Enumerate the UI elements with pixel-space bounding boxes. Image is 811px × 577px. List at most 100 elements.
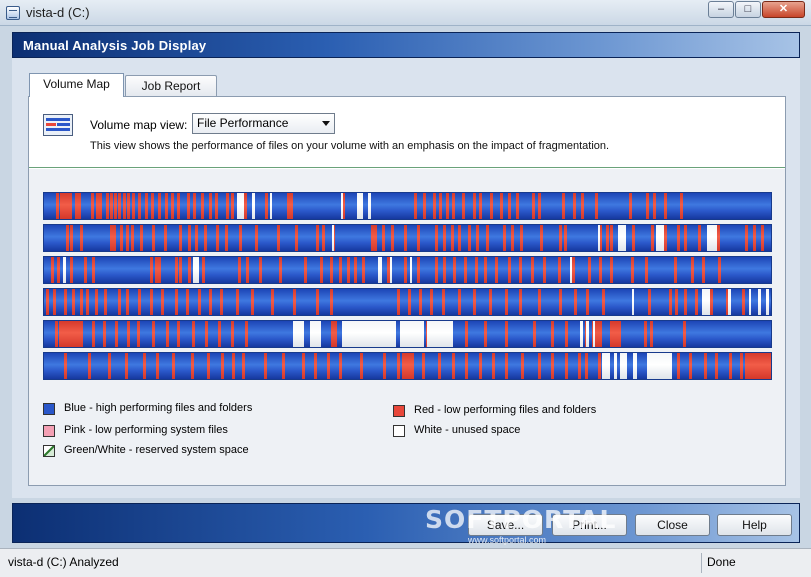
red-block bbox=[113, 193, 117, 219]
red-block bbox=[404, 257, 408, 283]
red-block bbox=[245, 257, 249, 283]
red-block bbox=[648, 289, 652, 315]
window-titlebar: vista-d (C:) – □ ✕ bbox=[0, 0, 811, 26]
red-block bbox=[558, 289, 562, 315]
red-block bbox=[374, 225, 378, 251]
red-block bbox=[676, 225, 680, 251]
red-block bbox=[77, 193, 81, 219]
maximize-button[interactable]: □ bbox=[735, 1, 761, 18]
red-block bbox=[538, 193, 542, 219]
red-block bbox=[710, 289, 714, 315]
red-block bbox=[220, 289, 224, 315]
red-block bbox=[499, 193, 503, 219]
red-block bbox=[118, 193, 122, 219]
chevron-down-icon bbox=[322, 121, 330, 126]
red-block bbox=[290, 193, 294, 219]
red-block bbox=[516, 193, 520, 219]
red-block bbox=[251, 289, 255, 315]
red-block bbox=[170, 193, 174, 219]
red-block bbox=[80, 289, 84, 315]
view-selector-area: Volume map view: File Performance This v… bbox=[29, 97, 785, 168]
red-block bbox=[161, 289, 165, 315]
red-block bbox=[232, 353, 236, 379]
tab-volume-map[interactable]: Volume Map bbox=[29, 73, 124, 97]
red-block bbox=[465, 353, 469, 379]
red-block bbox=[504, 321, 508, 347]
red-block bbox=[270, 289, 274, 315]
red-block bbox=[114, 321, 118, 347]
white-block bbox=[585, 321, 589, 347]
red-block bbox=[164, 225, 168, 251]
red-block bbox=[194, 225, 198, 251]
red-block bbox=[138, 289, 142, 315]
red-block bbox=[410, 353, 414, 379]
white-block bbox=[632, 289, 635, 315]
red-block bbox=[462, 193, 466, 219]
red-block bbox=[463, 257, 467, 283]
red-block bbox=[126, 289, 130, 315]
red-block bbox=[676, 353, 680, 379]
red-block bbox=[584, 353, 588, 379]
red-block bbox=[191, 321, 195, 347]
red-block bbox=[315, 225, 319, 251]
tab-job-report[interactable]: Job Report bbox=[125, 75, 217, 97]
red-block bbox=[216, 225, 220, 251]
red-block bbox=[417, 225, 421, 251]
red-block bbox=[630, 257, 634, 283]
red-block bbox=[69, 225, 73, 251]
red-block bbox=[186, 193, 190, 219]
red-block bbox=[439, 193, 443, 219]
status-bar: vista-d (C:) Analyzed Done bbox=[0, 548, 811, 577]
red-block bbox=[561, 193, 565, 219]
red-block bbox=[581, 193, 585, 219]
red-block bbox=[105, 193, 109, 219]
legend-blue-swatch bbox=[43, 403, 55, 415]
red-block bbox=[479, 193, 483, 219]
red-block bbox=[46, 289, 50, 315]
red-block bbox=[64, 289, 68, 315]
view-label: Volume map view: bbox=[90, 118, 188, 132]
red-block bbox=[237, 257, 241, 283]
red-block bbox=[450, 225, 454, 251]
red-block bbox=[197, 289, 201, 315]
red-block bbox=[679, 193, 683, 219]
footer-band: Save... Print... Close Help bbox=[12, 503, 800, 543]
red-block bbox=[304, 257, 308, 283]
red-block bbox=[245, 321, 249, 347]
red-block bbox=[573, 289, 577, 315]
red-block bbox=[208, 193, 212, 219]
red-block bbox=[132, 193, 136, 219]
red-block bbox=[519, 289, 523, 315]
red-block bbox=[476, 225, 480, 251]
red-block bbox=[652, 193, 656, 219]
volume-map-row bbox=[43, 352, 772, 380]
red-block bbox=[281, 353, 285, 379]
white-block bbox=[342, 321, 397, 347]
red-block bbox=[353, 257, 357, 283]
help-button[interactable]: Help bbox=[717, 514, 792, 536]
volume-map-row bbox=[43, 256, 772, 284]
red-block bbox=[109, 193, 113, 219]
red-block bbox=[224, 225, 228, 251]
red-block bbox=[151, 193, 155, 219]
red-block bbox=[701, 257, 705, 283]
red-block bbox=[217, 321, 221, 347]
window-title: vista-d (C:) bbox=[26, 5, 90, 20]
white-block bbox=[331, 225, 335, 251]
red-block bbox=[118, 289, 122, 315]
red-block bbox=[586, 289, 590, 315]
red-block bbox=[473, 289, 477, 315]
legend-white-swatch bbox=[393, 425, 405, 437]
white-block bbox=[757, 289, 762, 315]
red-block bbox=[140, 225, 144, 251]
close-window-button[interactable]: ✕ bbox=[762, 1, 805, 18]
close-button[interactable]: Close bbox=[635, 514, 710, 536]
red-block bbox=[716, 225, 720, 251]
minimize-button[interactable]: – bbox=[708, 1, 734, 18]
page-header: Manual Analysis Job Display bbox=[12, 32, 800, 58]
red-block bbox=[131, 225, 135, 251]
view-select[interactable]: File Performance bbox=[192, 113, 335, 134]
red-block bbox=[103, 289, 107, 315]
red-block bbox=[578, 353, 582, 379]
red-block bbox=[673, 257, 677, 283]
